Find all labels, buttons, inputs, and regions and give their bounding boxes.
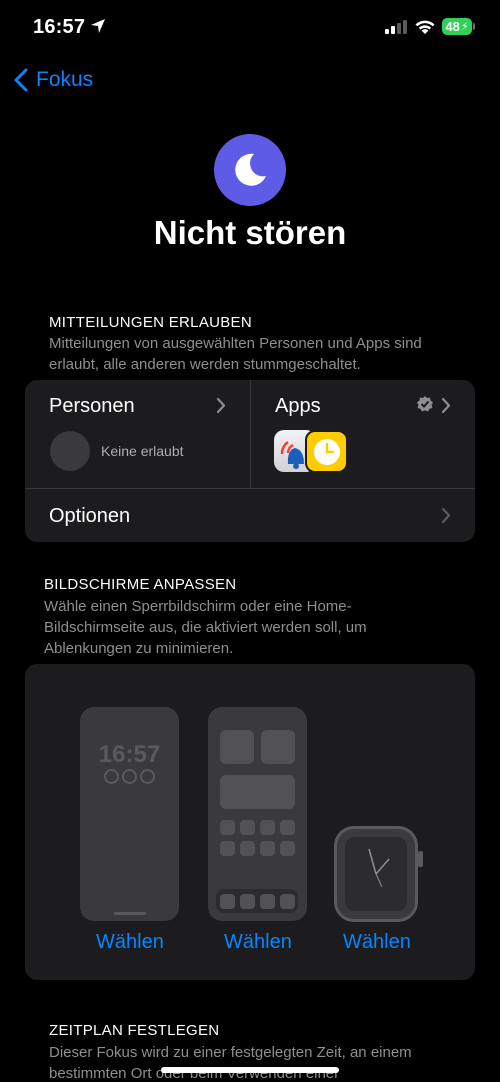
- allowed-card: Personen Keine erlaubt Apps Optionen: [25, 380, 475, 542]
- battery-icon: 48 ⚡: [442, 18, 472, 35]
- battery-level: 48: [445, 19, 460, 34]
- widget-ring: [140, 769, 155, 784]
- screens-card: 16:57 Wählen Wählen Wählen: [25, 664, 475, 980]
- widget-placeholder: [220, 775, 295, 809]
- screens-heading: BILDSCHIRME ANPASSEN: [44, 576, 237, 593]
- app-placeholder: [260, 841, 275, 856]
- lock-screen-preview[interactable]: 16:57: [80, 707, 179, 921]
- choose-home-screen-button[interactable]: Wählen: [224, 931, 292, 954]
- app-placeholder: [240, 841, 255, 856]
- app-placeholder: [260, 820, 275, 835]
- app-placeholder: [220, 841, 235, 856]
- app-placeholder: [240, 820, 255, 835]
- app-placeholder: [220, 820, 235, 835]
- people-label: Personen: [49, 395, 135, 417]
- options-label: Optionen: [49, 505, 131, 527]
- home-indicator: [161, 1067, 339, 1073]
- home-screen-preview[interactable]: [208, 707, 307, 921]
- moon-icon: [214, 134, 286, 206]
- home-bar: [114, 912, 146, 915]
- watch-face-preview[interactable]: [334, 826, 423, 922]
- options-row[interactable]: Optionen: [25, 489, 475, 542]
- app-placeholder: [280, 820, 295, 835]
- wifi-icon: [414, 18, 436, 40]
- status-bar: 16:57 48 ⚡: [0, 0, 500, 56]
- back-label: Fokus: [36, 68, 94, 91]
- people-cell[interactable]: Personen Keine erlaubt: [25, 380, 250, 488]
- schedule-description: Dieser Fokus wird zu einer festgelegten …: [49, 1044, 412, 1082]
- location-arrow-icon: [90, 18, 106, 39]
- allowed-heading: MITTEILUNGEN ERLAUBEN: [49, 314, 252, 331]
- dock-preview: [216, 889, 298, 913]
- chevron-right-icon: [441, 397, 451, 414]
- clock-app-icon: [305, 430, 348, 473]
- schedule-heading: ZEITPLAN FESTLEGEN: [49, 1022, 220, 1039]
- people-status: Keine erlaubt: [101, 443, 184, 459]
- avatar: [50, 431, 90, 471]
- cellular-signal-icon: [385, 20, 407, 39]
- watch-crown: [418, 851, 423, 867]
- clock-hands-icon: [368, 848, 390, 888]
- back-button[interactable]: Fokus: [14, 64, 93, 96]
- app-placeholder: [280, 894, 295, 909]
- widget-placeholder: [220, 730, 254, 764]
- verified-badge-icon: [416, 395, 434, 418]
- page-title: Nicht stören: [153, 214, 347, 251]
- allowed-description: Mitteilungen von ausgewählten Personen u…: [49, 335, 422, 373]
- app-placeholder: [220, 894, 235, 909]
- chevron-right-icon: [216, 397, 226, 414]
- choose-lock-screen-button[interactable]: Wählen: [96, 931, 164, 954]
- choose-watch-face-button[interactable]: Wählen: [343, 931, 411, 954]
- apps-cell[interactable]: Apps: [250, 380, 475, 488]
- app-placeholder: [280, 841, 295, 856]
- status-time: 16:57: [33, 16, 86, 38]
- apps-label: Apps: [275, 395, 321, 417]
- battery-cap: [473, 23, 475, 30]
- lock-preview-time: 16:57: [98, 741, 161, 768]
- watch-face: [345, 837, 407, 911]
- widget-ring: [122, 769, 137, 784]
- app-placeholder: [240, 894, 255, 909]
- chevron-left-icon: [14, 68, 28, 92]
- app-placeholder: [260, 894, 275, 909]
- chevron-right-icon: [441, 507, 451, 524]
- widget-ring: [104, 769, 119, 784]
- screens-description: Wähle einen Sperrbildschirm oder eine Ho…: [44, 598, 367, 657]
- widget-placeholder: [261, 730, 295, 764]
